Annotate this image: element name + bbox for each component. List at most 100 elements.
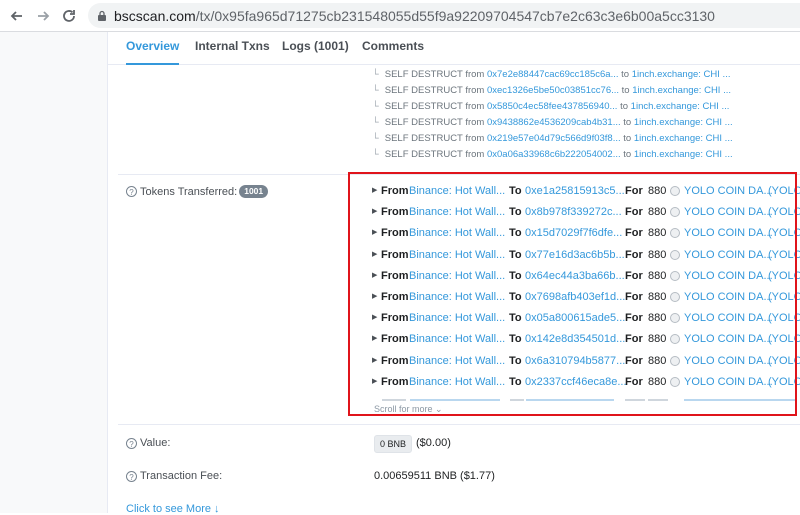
token-symbol-link[interactable]: (YOLO: [768, 352, 800, 370]
tab-overview[interactable]: Overview: [126, 32, 180, 65]
back-button[interactable]: [7, 6, 27, 26]
token-name-link[interactable]: YOLO COIN DA...: [684, 267, 773, 285]
address-bar[interactable]: bscscan.com/tx/0x95fa965d71275cb23154805…: [88, 3, 800, 28]
expand-row-caret-icon[interactable]: ▶: [372, 373, 377, 391]
self-destruct-label: SELF DESTRUCT: [384, 117, 463, 128]
to-address-link[interactable]: 1inch.exchange: CHI ...: [632, 85, 731, 96]
from-address-link[interactable]: Binance: Hot Wall...: [409, 288, 505, 306]
expand-row-caret-icon[interactable]: ▶: [372, 288, 377, 306]
to-address-link[interactable]: 1inch.exchange: CHI ...: [632, 69, 731, 80]
to-address-link[interactable]: 1inch.exchange: CHI ...: [634, 133, 733, 144]
token-icon: [670, 313, 680, 324]
token-name-link[interactable]: YOLO COIN DA...: [684, 246, 773, 264]
to-address-link[interactable]: 0x142e8d354501d...: [525, 330, 625, 348]
from-address-link[interactable]: 0xec1326e5be50c03851cc76...: [487, 85, 619, 96]
from-word: From: [381, 354, 409, 367]
partially-visible-row: [372, 397, 797, 403]
url-path: /tx/0x95fa965d71275cb231548055d55f9a9220…: [195, 7, 715, 24]
transfer-amount: 880: [648, 375, 667, 388]
token-name-link[interactable]: YOLO COIN DA...: [684, 224, 773, 242]
token-icon: [670, 334, 680, 345]
from-address-link[interactable]: 0x9438862e4536209cab4b31...: [487, 117, 621, 128]
to-address-link[interactable]: 0x8b978f339272c...: [525, 203, 622, 221]
tab-comments[interactable]: Comments: [362, 32, 424, 63]
expand-row-caret-icon[interactable]: ▶: [372, 224, 377, 242]
from-word: from: [465, 117, 485, 128]
for-word: For: [625, 291, 643, 303]
from-address-link[interactable]: Binance: Hot Wall...: [409, 246, 505, 264]
from-address-link[interactable]: 0x5850c4ec58fee437856940...: [487, 101, 617, 112]
to-address-link[interactable]: 0x7698afb403ef1d...: [525, 288, 625, 306]
expand-row-caret-icon[interactable]: ▶: [372, 182, 377, 200]
transaction-fee-label-text: Transaction Fee:: [140, 470, 223, 482]
question-circle-icon[interactable]: ?: [126, 186, 137, 197]
from-address-link[interactable]: 0x7e2e88447cac69cc185c6a...: [487, 69, 619, 80]
to-address-link[interactable]: 1inch.exchange: CHI ...: [631, 101, 730, 112]
token-icon: [670, 249, 680, 260]
token-symbol-link[interactable]: (YOLO: [768, 203, 800, 221]
token-symbol-link[interactable]: (YOLO: [768, 288, 800, 306]
from-address-link[interactable]: Binance: Hot Wall...: [409, 373, 505, 391]
to-address-link[interactable]: 0x2337ccf46eca8e...: [525, 373, 627, 391]
from-address-link[interactable]: 0x219e57e04d79c566d9f03f8...: [487, 133, 621, 144]
expand-row-caret-icon[interactable]: ▶: [372, 203, 377, 221]
forward-button[interactable]: [33, 6, 53, 26]
transfer-amount: 880: [648, 206, 667, 219]
to-address-link[interactable]: 0x6a310794b5877...: [525, 352, 625, 370]
token-name-link[interactable]: YOLO COIN DA...: [684, 203, 773, 221]
tab-internal-txns[interactable]: Internal Txns: [195, 32, 270, 63]
from-address-link[interactable]: 0x0a06a33968c6b222054002...: [487, 149, 621, 160]
to-address-link[interactable]: 0xe1a25815913c5...: [525, 182, 625, 200]
token-name-link[interactable]: YOLO COIN DA...: [684, 288, 773, 306]
scroll-for-more-text: Scroll for more: [374, 404, 433, 414]
to-address-link[interactable]: 0x77e16d3ac6b5b...: [525, 246, 625, 264]
token-symbol-link[interactable]: (YOLO: [768, 309, 800, 327]
token-icon: [670, 376, 680, 387]
lock-icon: [98, 10, 106, 21]
click-to-see-more-link[interactable]: Click to see More ↓: [126, 503, 220, 515]
from-address-link[interactable]: Binance: Hot Wall...: [409, 309, 505, 327]
token-symbol-link[interactable]: (YOLO: [768, 330, 800, 348]
from-address-link[interactable]: Binance: Hot Wall...: [409, 352, 505, 370]
token-symbol-link[interactable]: (YOLO: [768, 246, 800, 264]
reload-button[interactable]: [59, 6, 79, 26]
question-circle-icon[interactable]: ?: [126, 437, 137, 449]
to-address-link[interactable]: 0x64ec44a3ba66b...: [525, 267, 625, 285]
to-address-link[interactable]: 0x05a800615ade5...: [525, 309, 625, 327]
expand-row-caret-icon[interactable]: ▶: [372, 309, 377, 327]
section-divider: [118, 174, 800, 175]
from-word: From: [381, 312, 409, 325]
token-symbol-link[interactable]: (YOLO: [768, 182, 800, 200]
token-symbol-link[interactable]: (YOLO: [768, 224, 800, 242]
token-name-link[interactable]: YOLO COIN DA...: [684, 373, 773, 391]
from-address-link[interactable]: Binance: Hot Wall...: [409, 224, 505, 242]
back-arrow-icon: [10, 11, 22, 21]
from-word: from: [465, 149, 485, 160]
tab-logs[interactable]: Logs (1001): [282, 32, 349, 63]
from-address-link[interactable]: Binance: Hot Wall...: [409, 203, 505, 221]
expand-row-caret-icon[interactable]: ▶: [372, 267, 377, 285]
from-address-link[interactable]: Binance: Hot Wall...: [409, 182, 505, 200]
token-symbol-link[interactable]: (YOLO: [768, 267, 800, 285]
scroll-for-more-link[interactable]: Scroll for more ⌄: [374, 404, 443, 415]
token-symbol-link[interactable]: (YOLO: [768, 373, 800, 391]
token-name-link[interactable]: YOLO COIN DA...: [684, 182, 773, 200]
token-transfer-row: ▶ From Binance: Hot Wall... To 0x6a310794b58…: [372, 352, 800, 370]
value-label-text: Value:: [140, 437, 171, 449]
from-address-link[interactable]: Binance: Hot Wall...: [409, 330, 505, 348]
expand-row-caret-icon[interactable]: ▶: [372, 352, 377, 370]
token-name-link[interactable]: YOLO COIN DA...: [684, 330, 773, 348]
from-address-link[interactable]: Binance: Hot Wall...: [409, 267, 505, 285]
to-address-link[interactable]: 1inch.exchange: CHI ...: [634, 149, 733, 160]
url-domain: bscscan.com: [114, 7, 196, 24]
expand-row-caret-icon[interactable]: ▶: [372, 330, 377, 348]
to-address-link[interactable]: 0x15d7029f7f6dfe...: [525, 224, 622, 242]
to-address-link[interactable]: 1inch.exchange: CHI ...: [634, 117, 733, 128]
to-word: To: [509, 312, 522, 325]
from-word: From: [381, 206, 409, 219]
token-icon: [670, 228, 680, 239]
expand-row-caret-icon[interactable]: ▶: [372, 246, 377, 264]
token-name-link[interactable]: YOLO COIN DA...: [684, 309, 773, 327]
token-name-link[interactable]: YOLO COIN DA...: [684, 352, 773, 370]
question-circle-icon[interactable]: ?: [126, 470, 137, 482]
